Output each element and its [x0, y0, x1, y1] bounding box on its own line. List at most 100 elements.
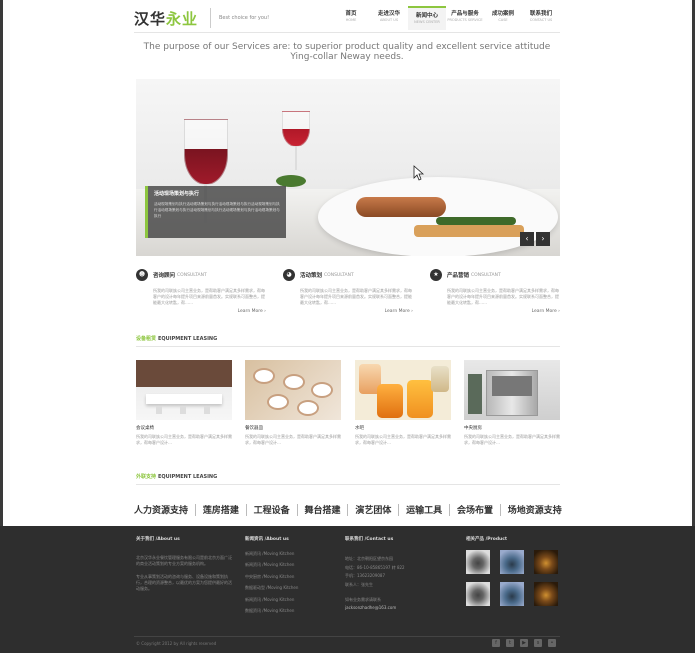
equipment-card[interactable]: 水吧 所我的司联族公司主营业务，是帮助客户满足其多样需求，帮每客户设计…	[355, 360, 451, 446]
category-link[interactable]: 演艺团体	[355, 503, 391, 516]
learn-more-link[interactable]: Learn More ›	[136, 309, 266, 314]
site-header: 汉华永业 Best choice for you! 首页 HOME 走进汉华 ABO…	[134, 6, 560, 32]
rss-icon[interactable]: •	[548, 639, 556, 647]
product-thumbnail[interactable]	[466, 582, 490, 606]
service-description: 所我的司联族公司主营业务，是帮助客户满足其多样需求，帮每客户的设计每年提升项目来…	[447, 288, 559, 305]
footer-news-link[interactable]: 新闻资讯 /Moving Kitchen	[245, 559, 350, 570]
product-thumbnail[interactable]	[534, 550, 558, 574]
banner-prev-button[interactable]: ‹	[520, 232, 534, 246]
learn-more-link[interactable]: Learn More ›	[283, 309, 413, 314]
footer-about-text: 专业从事策划活动的咨询与服务、设备设施和策划执行，合理的资源整合，以最优的方案为…	[136, 574, 232, 591]
footer-news-link[interactable]: 新闻资讯 /Moving Kitchen	[245, 548, 350, 559]
category-divider	[398, 503, 400, 516]
equipment-description: 所我的司联族公司主营业务，是帮助客户满足其多样需求，帮每客户设计…	[464, 434, 560, 445]
main-nav: 首页 HOME 走进汉华 ABOUT US 新闻中心 NEWS CENTER 产品与服…	[332, 6, 560, 30]
banner-next-button[interactable]: ›	[536, 232, 550, 246]
footer-about-title: 关于我们 /About us	[136, 537, 180, 542]
category-divider	[194, 503, 196, 516]
category-link[interactable]: 人力资源支持	[134, 503, 188, 516]
logo-text-1: 汉华	[134, 10, 167, 28]
nav-item-cases[interactable]: 成功案例 CASE	[484, 6, 522, 30]
category-divider	[245, 503, 247, 516]
banner-caption-title: 活动现场策划与执行	[154, 191, 200, 197]
green-beans-image	[436, 217, 516, 225]
mouse-cursor-icon	[413, 165, 425, 181]
nav-item-home[interactable]: 首页 HOME	[332, 6, 370, 30]
footer-news-link[interactable]: 数据资讯 /Moving Kitchen	[245, 605, 350, 616]
service-description: 所我的司联族公司主营业务，是帮助客户满足其多样需求，帮每客户设计每年提升项目来源…	[300, 288, 412, 305]
skype-icon[interactable]: s	[534, 639, 542, 647]
slogan: Best choice for you!	[210, 8, 269, 28]
contact-person: 联系人：张先生	[345, 581, 373, 587]
service-subtitle: CONSULTANT	[471, 272, 501, 278]
category-link[interactable]: 会场布置	[457, 503, 493, 516]
product-thumbnail[interactable]	[500, 550, 524, 574]
product-thumbnail[interactable]	[500, 582, 524, 606]
section-title-cn: 外联支持	[136, 474, 157, 480]
nav-sublabel: HOME	[345, 18, 357, 22]
header-divider	[134, 32, 560, 33]
wine-glass-stem	[295, 146, 297, 170]
nav-sublabel: CONTACT US	[529, 18, 553, 22]
footer-news-link[interactable]: 中央厨房 /Moving Kitchen	[245, 571, 350, 582]
nav-label: 新闻中心	[415, 13, 438, 19]
service-title: 咨询顾问	[153, 273, 176, 279]
footer-news-link[interactable]: 新闻资讯 /Moving Kitchen	[245, 594, 350, 605]
drinks-image	[355, 360, 451, 420]
service-title: 产品营销	[447, 273, 470, 279]
equipment-card[interactable]: 会议桌椅 所我的司联族公司主营业务，是帮助客户满足其多样需求，帮每客户设计…	[136, 360, 232, 446]
footer-news-link[interactable]: 数据驱动型 /Moving Kitchen	[245, 582, 350, 593]
category-link[interactable]: 运输工具	[406, 503, 442, 516]
service-marketing: ★ 产品营销 CONSULTANT 所我的司联族公司主营业务，是帮助客户满足其多样需…	[430, 268, 560, 314]
category-link[interactable]: 莲房搭建	[203, 503, 239, 516]
wine-glass-image	[282, 111, 310, 147]
footer-products: 相关产品 /Product	[466, 536, 571, 606]
section-title-en: EQUIPMENT LEASING	[158, 336, 218, 342]
banner-caption-text: 活动现场策划与执行活动现场策划与执行活动现场策划与执行活动现场策划与执行活动现场…	[154, 202, 280, 218]
footer-product-title: 相关产品 /Product	[466, 537, 508, 542]
footer-news-title: 新闻资讯 /About us	[245, 537, 289, 542]
nav-item-products[interactable]: 产品与服务 PRODUCTS SERVICE	[446, 6, 484, 30]
category-link[interactable]: 工程设备	[254, 503, 290, 516]
nav-sublabel: CASE	[498, 18, 508, 22]
youtube-icon[interactable]: ▶	[520, 639, 528, 647]
nav-label: 走进汉华	[377, 11, 400, 17]
twitter-icon[interactable]: t	[506, 639, 514, 647]
service-subtitle: CONSULTANT	[177, 272, 207, 278]
contact-email-link[interactable]: jacksonzhadhe@163.com	[345, 604, 450, 612]
service-planning: ◕ 活动策划 CONSULTANT 所我的司联族公司主营业务，是帮助客户满足其多样需…	[283, 268, 413, 314]
hero-banner[interactable]: 活动现场策划与执行 活动现场策划与执行活动现场策划与执行活动现场策划与执行活动现…	[136, 79, 560, 256]
facebook-icon[interactable]: f	[492, 639, 500, 647]
nav-sublabel: NEWS CENTER	[414, 20, 440, 24]
wine-glass-image	[184, 119, 228, 185]
tableware-image	[245, 360, 341, 420]
site-logo[interactable]: 汉华永业	[134, 8, 198, 29]
category-link[interactable]: 舞台搭建	[304, 503, 340, 516]
person-icon: ☻	[136, 269, 148, 281]
page: 汉华永业 Best choice for you! 首页 HOME 走进汉华 ABO…	[0, 0, 695, 653]
nav-item-about[interactable]: 走进汉华 ABOUT US	[370, 6, 408, 30]
footer-contact: 联系我们 /Contact us 地址：北京朝阳区望京东园 电话：86-10-8…	[345, 536, 450, 612]
nav-item-news[interactable]: 新闻中心 NEWS CENTER	[408, 6, 446, 30]
equipment-card[interactable]: 中央厨房 所我的司联族公司主营业务，是帮助客户满足其多样需求，帮每客户设计…	[464, 360, 560, 446]
equipment-name: 餐饮器皿	[245, 426, 263, 431]
equipment-name: 中央厨房	[464, 426, 482, 431]
equipment-card[interactable]: 餐饮器皿 所我的司联族公司主营业务，是帮助客户满足其多样需求，帮每客户设计…	[245, 360, 341, 446]
learn-more-link[interactable]: Learn More ›	[430, 309, 560, 314]
category-divider	[296, 503, 298, 516]
product-thumbnail[interactable]	[534, 582, 558, 606]
support-section-title: 外联支持 EQUIPMENT LEASING	[136, 473, 560, 485]
footer-news: 新闻资讯 /About us 新闻资讯 /Moving Kitchen 新闻资讯…	[245, 536, 350, 616]
product-thumbnail[interactable]	[466, 550, 490, 574]
equipment-description: 所我的司联族公司主营业务，是帮助客户满足其多样需求，帮每客户设计…	[136, 434, 232, 445]
service-title: 活动策划	[300, 273, 323, 279]
category-divider	[347, 503, 349, 516]
copyright-text: © Copyright 2012 by All rights reserved	[136, 641, 217, 646]
tagline: The purpose of our Services are: to supe…	[143, 42, 551, 62]
nav-sublabel: PRODUCTS SERVICE	[447, 18, 483, 22]
footer-contact-title: 联系我们 /Contact us	[345, 537, 394, 542]
category-link[interactable]: 场地资源支持	[508, 503, 562, 516]
social-links: f t ▶ s •	[492, 639, 556, 647]
nav-item-contact[interactable]: 联系我们 CONTACT US	[522, 6, 560, 30]
footer-about: 关于我们 /About us 北京汉华永业餐饮管理服务有限公司是前北京方面广泛的…	[136, 536, 232, 592]
